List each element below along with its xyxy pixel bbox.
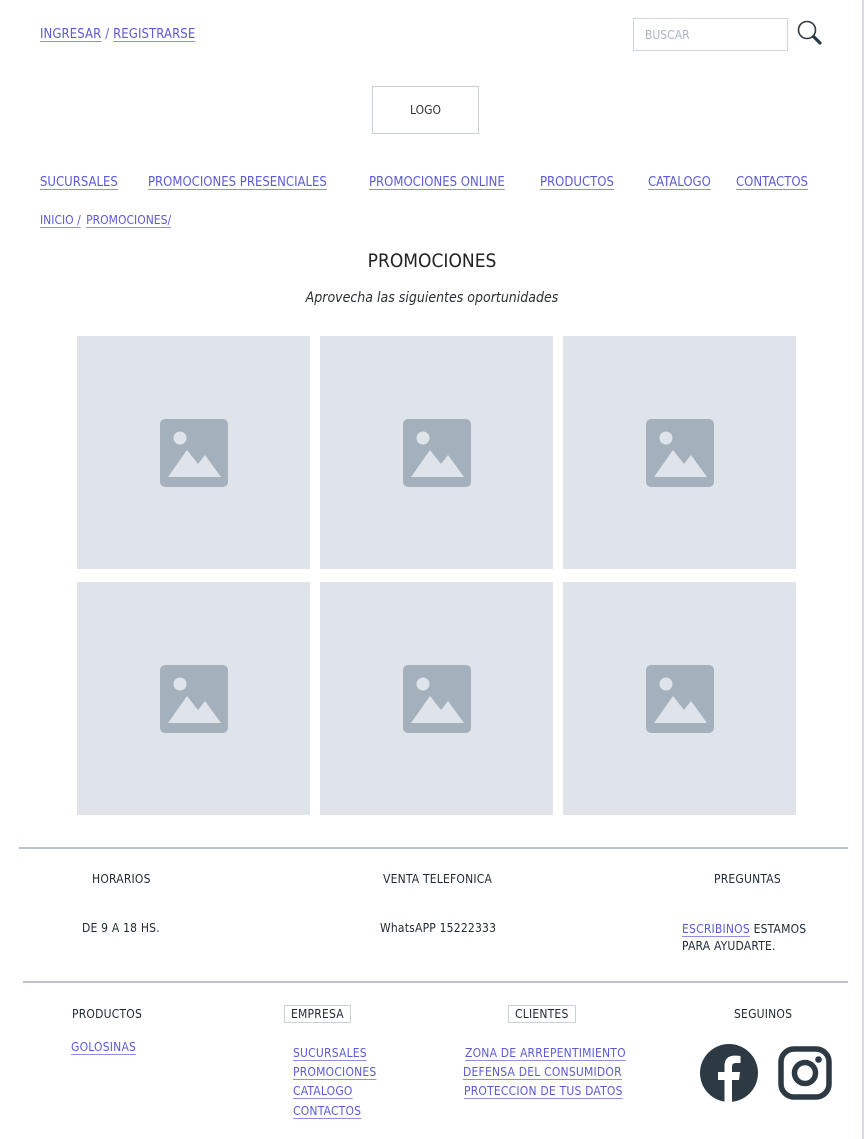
facebook-icon[interactable] (700, 1044, 758, 1102)
page-subtitle: Aprovecha las siguientes oportunidades (305, 290, 559, 306)
breadcrumb-promociones[interactable]: PROMOCIONES/ (86, 213, 171, 227)
promo-tile[interactable] (320, 582, 553, 815)
logo[interactable]: LOGO (372, 86, 479, 134)
search-icon[interactable] (796, 19, 824, 47)
footer-link-promociones[interactable]: PROMOCIONES (293, 1065, 377, 1079)
footer-link-contactos[interactable]: CONTACTOS (293, 1104, 361, 1118)
faq-title: PREGUNTAS (714, 872, 781, 886)
promo-tile[interactable] (563, 582, 796, 815)
instagram-icon[interactable] (778, 1046, 832, 1100)
nav-item-productos[interactable]: PRODUCTOS (540, 175, 614, 190)
faq-text-2: PARA AYUDARTE. (682, 939, 776, 953)
footer-link-proteccion-datos[interactable]: PROTECCION DE TUS DATOS (464, 1084, 623, 1098)
promo-tile[interactable] (320, 336, 553, 569)
faq-text-1: ESTAMOS (753, 922, 807, 936)
footer-divider-2 (23, 981, 848, 983)
phone-sales-title: VENTA TELEFONICA (383, 872, 493, 886)
image-placeholder-icon (645, 418, 714, 487)
image-placeholder-icon (402, 418, 471, 487)
footer-link-arrepentimiento[interactable]: ZONA DE ARREPENTIMIENTO (465, 1046, 626, 1060)
page-title: PROMOCIONES (367, 250, 497, 272)
footer-link-sucursales[interactable]: SUCURSALES (293, 1046, 367, 1060)
footer-link-defensa-consumidor[interactable]: DEFENSA DEL CONSUMIDOR (463, 1065, 622, 1079)
footer-link-catalogo[interactable]: CATALOGO (293, 1084, 353, 1098)
phone-sales-value: WhatsAPP 15222333 (380, 921, 497, 935)
nav-item-sucursales[interactable]: SUCURSALES (40, 175, 118, 190)
login-separator: / (105, 27, 110, 42)
footer-divider (19, 847, 848, 849)
account-links: INGRESAR / REGISTRARSE (40, 27, 195, 42)
footer-link-golosinas[interactable]: GOLOSINAS (71, 1040, 136, 1054)
image-placeholder-icon (402, 664, 471, 733)
hours-title: HORARIOS (92, 872, 151, 886)
nav-item-promociones-presenciales[interactable]: PROMOCIONES PRESENCIALES (148, 175, 327, 190)
faq-text: ESCRIBINOS ESTAMOS PARA AYUDARTE. (682, 921, 806, 955)
register-link[interactable]: REGISTRARSE (113, 27, 195, 42)
nav-item-contactos[interactable]: CONTACTOS (736, 175, 808, 190)
image-placeholder-icon (645, 664, 714, 733)
login-link[interactable]: INGRESAR (40, 27, 101, 42)
nav-item-promociones-online[interactable]: PROMOCIONES ONLINE (369, 175, 505, 190)
hours-value: DE 9 A 18 HS. (82, 921, 160, 935)
image-placeholder-icon (159, 418, 228, 487)
promo-tile[interactable] (77, 582, 310, 815)
social-title: SEGUINOS (734, 1007, 793, 1021)
company-title: EMPRESA (284, 1005, 351, 1023)
search-box (633, 18, 788, 51)
breadcrumb-inicio[interactable]: INICIO / (40, 213, 81, 227)
write-us-link[interactable]: ESCRIBINOS (682, 922, 750, 936)
nav-item-catalogo[interactable]: CATALOGO (648, 175, 711, 190)
search-input[interactable] (645, 27, 785, 42)
clients-title: CLIENTES (508, 1005, 576, 1023)
image-placeholder-icon (159, 664, 228, 733)
promo-tile[interactable] (563, 336, 796, 569)
products-title: PRODUCTOS (72, 1007, 143, 1021)
breadcrumb: INICIO / PROMOCIONES/ (40, 213, 171, 227)
promo-tile[interactable] (77, 336, 310, 569)
